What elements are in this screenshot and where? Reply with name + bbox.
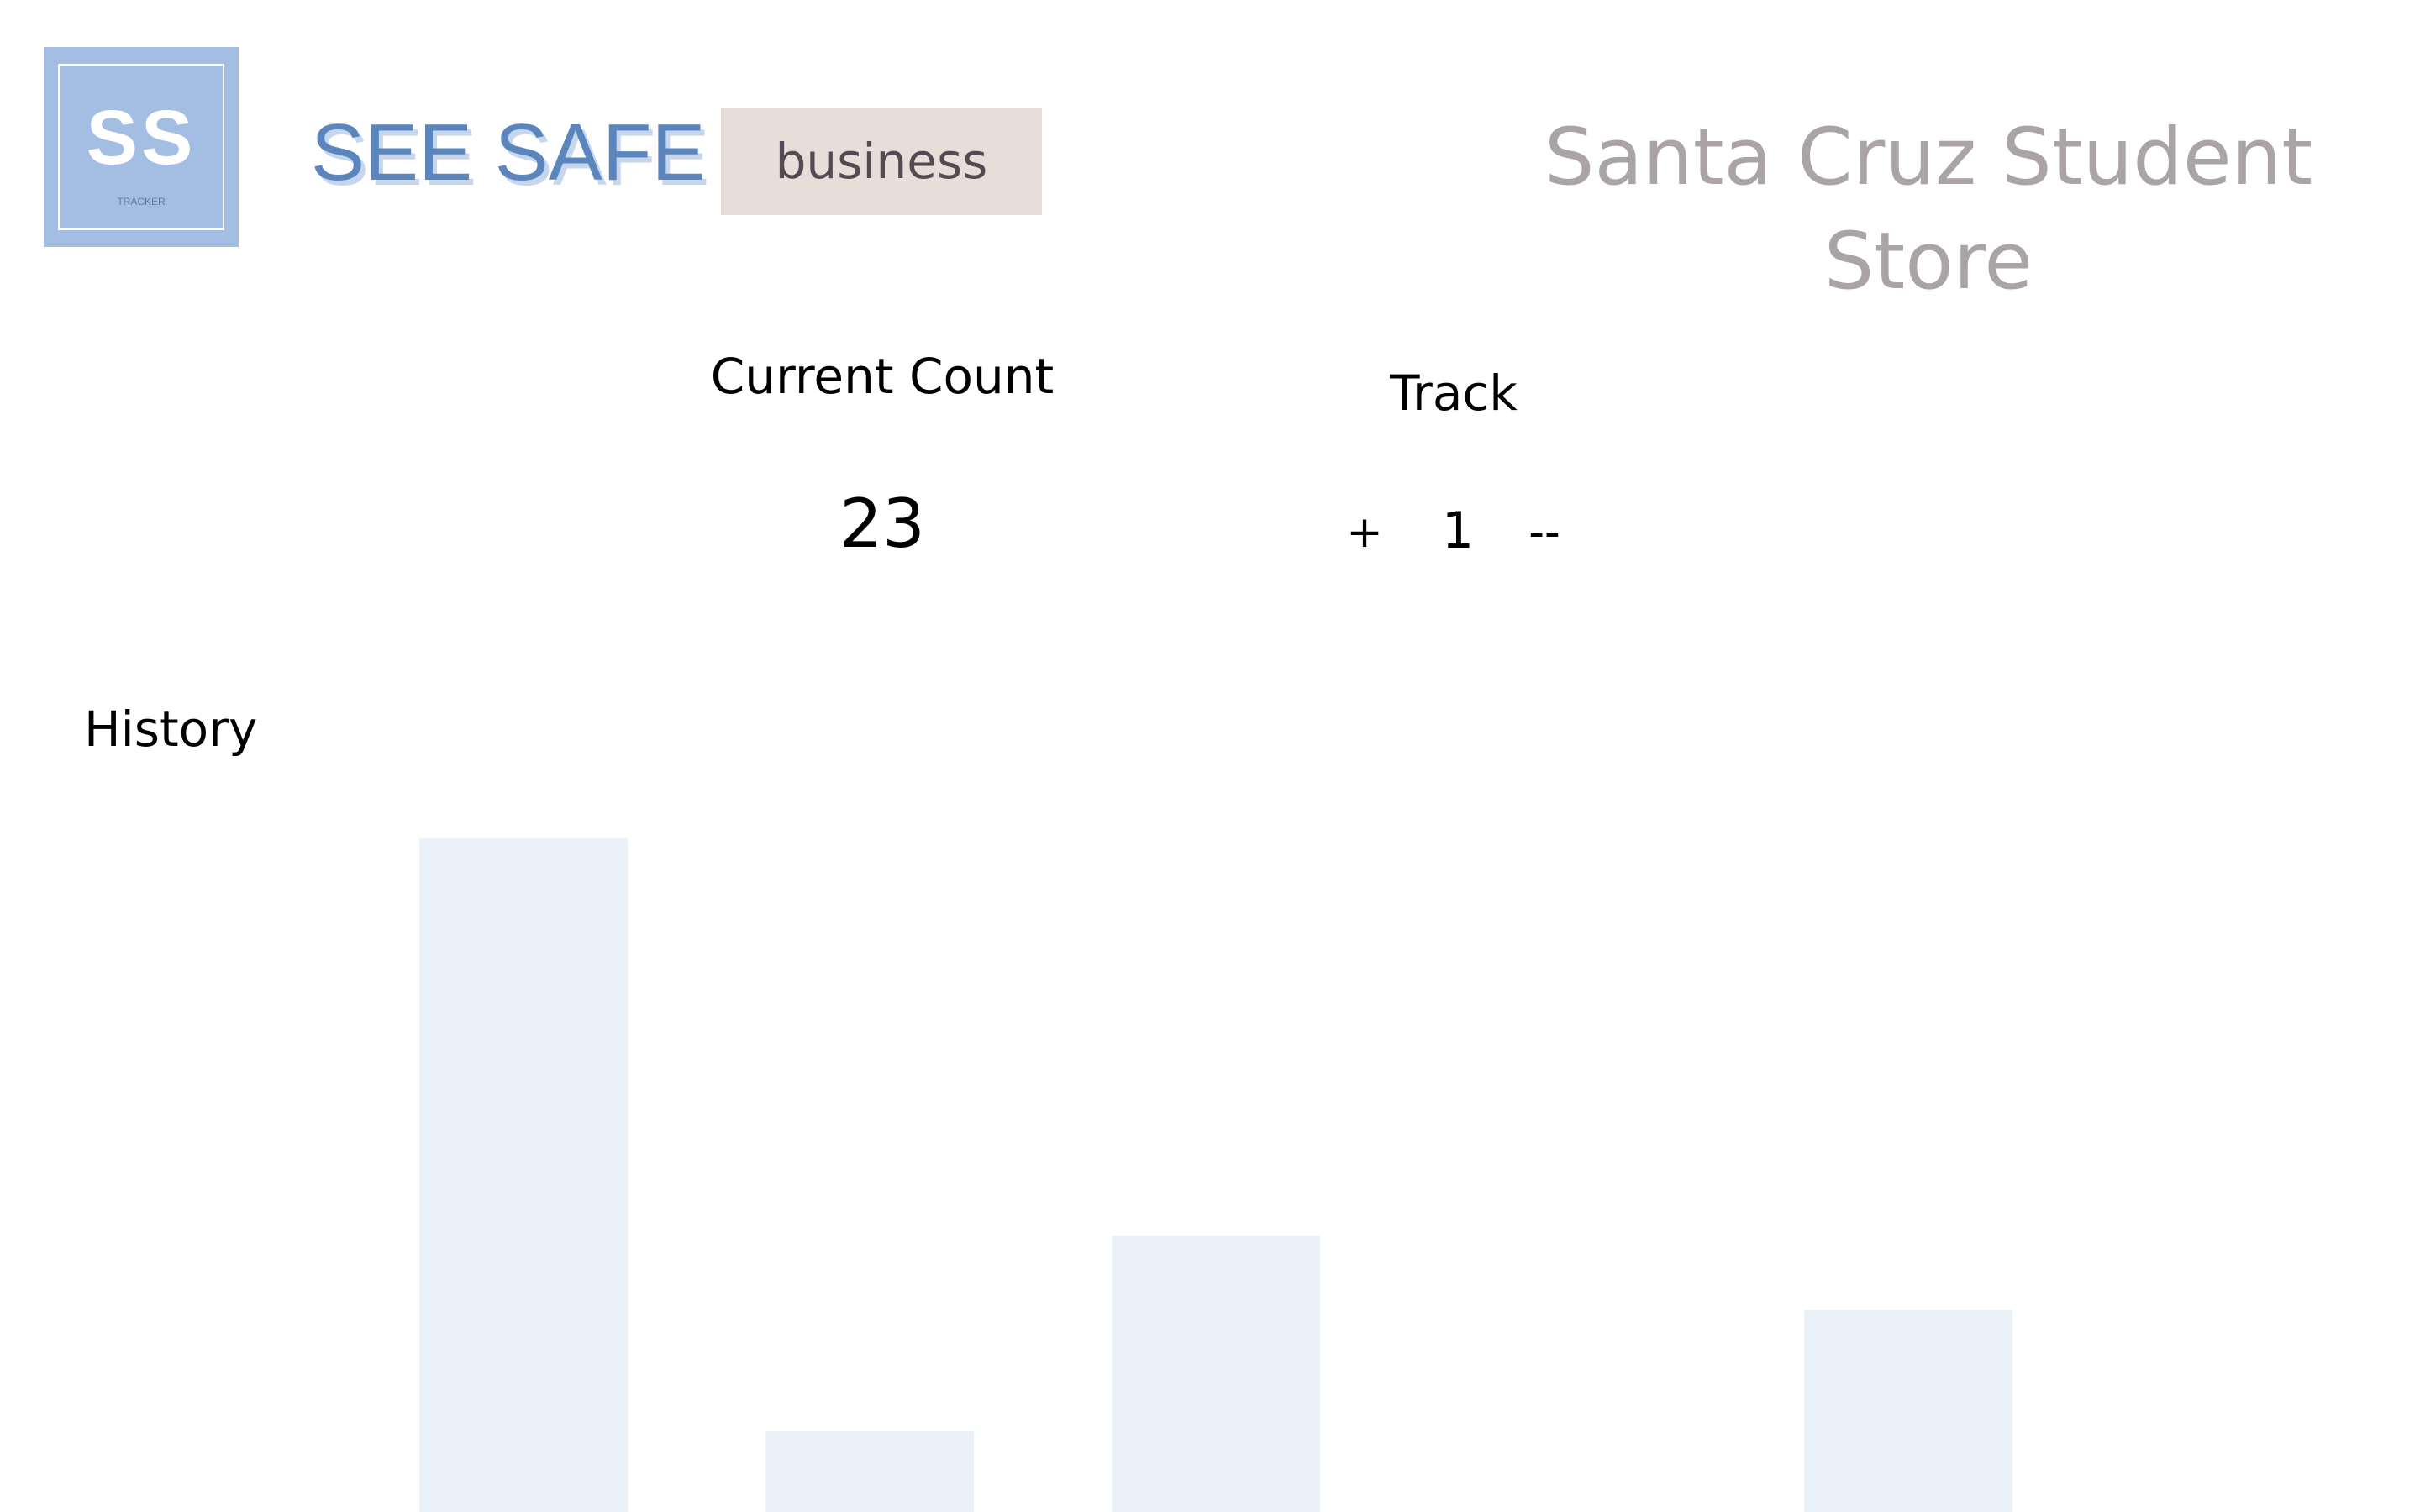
history-chart — [419, 838, 2012, 1512]
store-name: Santa Cruz Student Store — [1544, 112, 2313, 307]
business-mode-button[interactable]: business — [721, 108, 1042, 215]
increment-button[interactable]: + — [1339, 507, 1390, 558]
history-label: History — [84, 701, 258, 758]
logo-letters: SS — [86, 95, 197, 181]
brand-name: SEE SAFE — [311, 108, 706, 197]
history-bar-3 — [1112, 1236, 1320, 1512]
history-bar-5 — [1804, 1310, 2012, 1512]
history-bar-1 — [419, 838, 628, 1512]
current-count-value: 23 — [839, 485, 925, 563]
track-step-value: 1 — [1441, 501, 1475, 560]
track-label: Track — [1390, 365, 1518, 422]
current-count-label: Current Count — [710, 348, 1055, 405]
logo-subtitle: TRACKER — [117, 196, 166, 207]
page: SS TRACKER SEE SAFE business Santa Cruz … — [0, 0, 2420, 1512]
history-bar-2 — [765, 1431, 974, 1512]
logo: SS TRACKER — [44, 47, 239, 247]
decrement-button[interactable]: -- — [1519, 507, 1570, 558]
